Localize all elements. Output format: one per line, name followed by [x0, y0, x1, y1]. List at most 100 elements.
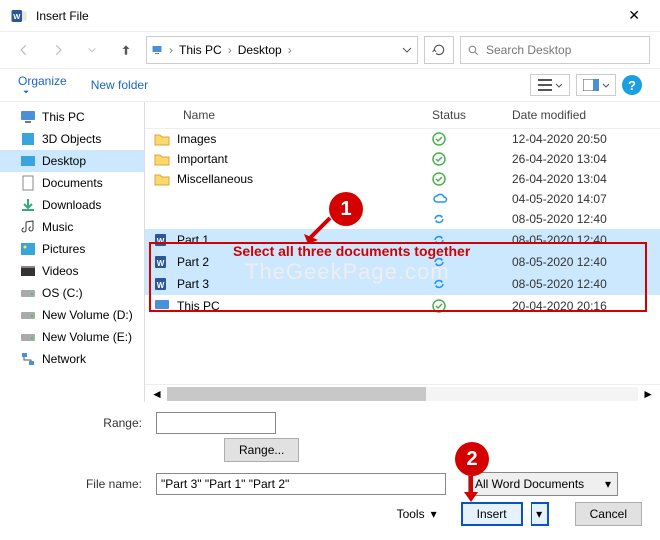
nav-forward-button[interactable]: [44, 36, 72, 64]
chevron-down-icon: ▾: [605, 477, 611, 491]
sidebar-item-label: This PC: [42, 110, 85, 124]
close-button[interactable]: ✕: [618, 3, 650, 28]
file-row[interactable]: W Part 2 08-05-2020 12:40: [145, 251, 660, 273]
file-row[interactable]: Images12-04-2020 20:50: [145, 129, 660, 149]
drive-icon: [20, 329, 36, 345]
file-name: Images: [177, 132, 432, 146]
file-name: Part 2: [177, 255, 432, 269]
breadcrumb-desktop[interactable]: Desktop: [238, 43, 282, 57]
address-history-button[interactable]: [401, 44, 413, 56]
filename-label: File name:: [18, 477, 148, 491]
sidebar-item[interactable]: Network: [0, 348, 144, 370]
drive-icon: [20, 285, 36, 301]
sidebar-item-label: Music: [42, 220, 73, 234]
word-icon: W: [153, 232, 171, 248]
down-icon: [20, 197, 36, 213]
breadcrumb-thispc[interactable]: This PC: [179, 43, 222, 57]
file-status: [432, 152, 512, 166]
file-date: 20-04-2020 20:16: [512, 299, 652, 313]
sidebar-item[interactable]: New Volume (E:): [0, 326, 144, 348]
chevron-right-icon: ›: [167, 43, 175, 57]
file-row[interactable]: 04-05-2020 14:07: [145, 189, 660, 209]
file-name: Important: [177, 152, 432, 166]
organize-menu[interactable]: Organize: [18, 74, 67, 96]
search-input[interactable]: Search Desktop: [460, 36, 650, 64]
sidebar-item[interactable]: Videos: [0, 260, 144, 282]
scroll-left-icon[interactable]: ◄: [151, 387, 163, 401]
sidebar-item[interactable]: Downloads: [0, 194, 144, 216]
title-bar: W Insert File ✕: [0, 0, 660, 32]
search-placeholder: Search Desktop: [486, 43, 571, 57]
file-row[interactable]: Miscellaneous26-04-2020 13:04: [145, 169, 660, 189]
sidebar-item-label: Desktop: [42, 154, 86, 168]
pc-icon: [153, 298, 171, 314]
help-button[interactable]: ?: [622, 75, 642, 95]
sidebar-item-label: 3D Objects: [42, 132, 101, 146]
view-mode-button[interactable]: [530, 74, 570, 96]
nav-recent-button[interactable]: [78, 36, 106, 64]
file-row[interactable]: W Part 1 08-05-2020 12:40: [145, 229, 660, 251]
net-icon: [20, 351, 36, 367]
sidebar-item-label: Videos: [42, 264, 78, 278]
sidebar-item[interactable]: Music: [0, 216, 144, 238]
nav-back-button[interactable]: [10, 36, 38, 64]
svg-text:W: W: [157, 237, 165, 246]
file-row[interactable]: WPart 308-05-2020 12:40: [145, 273, 660, 295]
sidebar-item[interactable]: This PC: [0, 106, 144, 128]
nav-bar: › This PC › Desktop › Search Desktop: [0, 32, 660, 68]
sidebar-item[interactable]: Documents: [0, 172, 144, 194]
chevron-down-icon: ▾: [431, 507, 437, 521]
file-name: Part 1: [177, 233, 432, 247]
file-status: [432, 299, 512, 313]
refresh-button[interactable]: [424, 36, 454, 64]
scroll-thumb[interactable]: [167, 387, 426, 401]
preview-pane-button[interactable]: [576, 74, 616, 96]
svg-text:W: W: [157, 259, 165, 268]
file-date: 04-05-2020 14:07: [512, 192, 652, 206]
filename-input[interactable]: [156, 473, 446, 495]
col-name[interactable]: Name: [153, 108, 432, 122]
filetype-filter[interactable]: All Word Documents ▾: [468, 472, 618, 496]
col-date[interactable]: Date modified: [512, 108, 652, 122]
svg-text:W: W: [13, 12, 21, 21]
file-date: 08-05-2020 12:40: [512, 212, 652, 226]
file-date: 08-05-2020 12:40: [512, 233, 652, 247]
file-date: 08-05-2020 12:40: [512, 277, 652, 291]
column-headers[interactable]: Name Status Date modified: [145, 102, 660, 129]
sidebar-item-label: New Volume (E:): [42, 330, 132, 344]
range-input[interactable]: [156, 412, 276, 434]
file-status: [432, 255, 512, 269]
music-icon: [20, 219, 36, 235]
sidebar-item[interactable]: OS (C:): [0, 282, 144, 304]
file-date: 26-04-2020 13:04: [512, 172, 652, 186]
file-row[interactable]: Important26-04-2020 13:04: [145, 149, 660, 169]
cancel-button[interactable]: Cancel: [575, 502, 642, 526]
file-status: [432, 277, 512, 291]
svg-text:W: W: [157, 281, 165, 290]
file-date: 08-05-2020 12:40: [512, 255, 652, 269]
file-name: This PC: [177, 299, 432, 313]
file-row[interactable]: 08-05-2020 12:40: [145, 209, 660, 229]
scroll-right-icon[interactable]: ►: [642, 387, 654, 401]
insert-dropdown-button[interactable]: ▾: [531, 502, 549, 526]
insert-button[interactable]: Insert: [461, 502, 523, 526]
sidebar-item[interactable]: Pictures: [0, 238, 144, 260]
toolbar: Organize New folder ?: [0, 68, 660, 102]
file-row[interactable]: This PC 20-04-2020 20:16: [145, 295, 660, 317]
horizontal-scrollbar[interactable]: ◄ ►: [145, 384, 660, 402]
folder-icon: [153, 132, 171, 146]
folder-icon: [153, 172, 171, 186]
word-icon: W: [153, 254, 171, 270]
tools-menu[interactable]: Tools▾: [397, 507, 437, 521]
sidebar-item[interactable]: 3D Objects: [0, 128, 144, 150]
file-status: [432, 193, 512, 205]
sidebar-item[interactable]: Desktop: [0, 150, 144, 172]
range-button[interactable]: Range...: [224, 438, 299, 462]
vid-icon: [20, 263, 36, 279]
sidebar-item[interactable]: New Volume (D:): [0, 304, 144, 326]
file-list: Name Status Date modified Images12-04-20…: [145, 102, 660, 402]
address-bar[interactable]: › This PC › Desktop ›: [146, 36, 418, 64]
nav-up-button[interactable]: [112, 36, 140, 64]
new-folder-button[interactable]: New folder: [91, 78, 148, 92]
col-status[interactable]: Status: [432, 108, 512, 122]
